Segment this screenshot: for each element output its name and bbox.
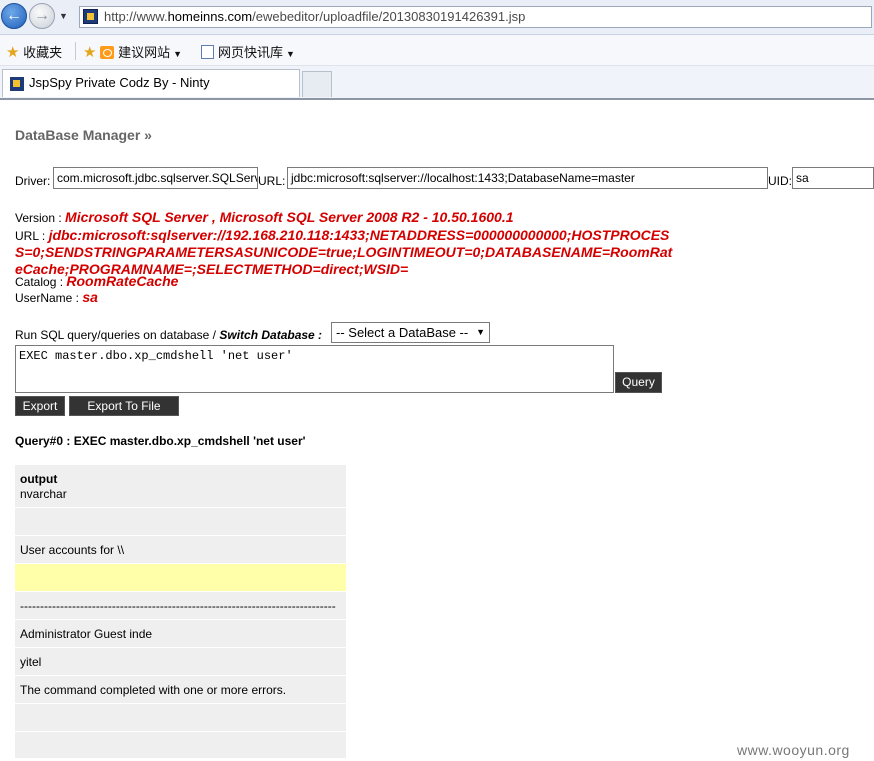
export-to-file-button[interactable]: Export To File (69, 396, 179, 416)
username-value: sa (82, 289, 98, 305)
column-name: output (20, 472, 58, 486)
username-line: UserName : sa (15, 289, 98, 305)
address-bar-area: ← → ▼ http://www.homeinns.com/ewebeditor… (0, 0, 874, 35)
driver-input[interactable]: com.microsoft.jdbc.sqlserver.SQLServerDr… (53, 167, 258, 189)
table-header: output nvarchar (15, 465, 346, 508)
add-favorite-icon: ★ (83, 44, 97, 61)
suggested-sites-button[interactable]: ★ 建议网站 ▼ (83, 42, 182, 61)
chevron-down-icon: ▼ (173, 49, 183, 59)
table-row: Administrator Guest inde (15, 620, 346, 648)
chevron-down-icon: ▼ (476, 327, 485, 337)
database-select[interactable]: -- Select a DataBase -- ▼ (331, 322, 490, 343)
connection-url-line: URL : jdbc:microsoft:sqlserver://192.168… (15, 227, 673, 277)
version-line: Version : Microsoft SQL Server , Microso… (15, 209, 514, 225)
favorites-button[interactable]: ★ 收藏夹 (6, 42, 62, 61)
web-slice-gallery-button[interactable]: 网页快讯库 ▼ (201, 42, 295, 61)
url-input[interactable]: jdbc:microsoft:sqlserver://localhost:143… (287, 167, 768, 189)
catalog-value: RoomRateCache (66, 273, 179, 289)
table-row (15, 704, 346, 732)
url-label: URL: (258, 174, 286, 188)
run-sql-label: Run SQL query/queries on database / Swit… (15, 328, 323, 342)
watermark: www.wooyun.org (737, 742, 850, 758)
uid-input[interactable]: sa (792, 167, 874, 189)
tab-active[interactable]: JspSpy Private Codz By - Ninty (2, 69, 300, 97)
star-icon: ★ (6, 44, 20, 61)
tab-favicon-icon (10, 77, 24, 91)
forward-button[interactable]: → (29, 3, 55, 29)
suggested-sites-icon (100, 46, 115, 59)
page-icon (201, 45, 214, 59)
url-field[interactable]: http://www.homeinns.com/ewebeditor/uploa… (79, 6, 872, 28)
site-favicon-icon (83, 9, 98, 24)
version-value: Microsoft SQL Server , Microsoft SQL Ser… (65, 209, 514, 225)
tab-bar: JspSpy Private Codz By - Ninty (0, 66, 874, 100)
uid-label: UID: (768, 174, 792, 188)
table-row: The command completed with one or more e… (15, 676, 346, 704)
driver-label: Driver: (15, 174, 51, 188)
column-type: nvarchar (20, 487, 67, 501)
back-button[interactable]: ← (1, 3, 27, 29)
page-title: DataBase Manager » (15, 127, 152, 143)
table-row (15, 508, 346, 536)
table-row: yitel (15, 648, 346, 676)
chevron-down-icon: ▼ (286, 49, 295, 59)
table-row-highlighted (15, 564, 346, 592)
table-row: ----------------------------------------… (15, 592, 346, 620)
history-dropdown-icon[interactable]: ▼ (59, 11, 68, 21)
query-result-header: Query#0 : EXEC master.dbo.xp_cmdshell 'n… (15, 434, 306, 448)
catalog-line: Catalog : RoomRateCache (15, 273, 179, 289)
new-tab-button[interactable] (302, 71, 332, 97)
query-button[interactable]: Query (615, 372, 662, 393)
divider (75, 42, 76, 60)
favorites-bar: ★ 收藏夹 ★ 建议网站 ▼ 网页快讯库 ▼ (0, 35, 874, 66)
connection-url-value: jdbc:microsoft:sqlserver://192.168.210.1… (15, 227, 673, 277)
table-row (15, 732, 346, 759)
switch-database-label: Switch Database : (219, 328, 323, 342)
sql-query-textarea[interactable]: EXEC master.dbo.xp_cmdshell 'net user' (15, 345, 614, 393)
result-table: output nvarchar User accounts for \\ ---… (15, 465, 346, 759)
export-button[interactable]: Export (15, 396, 65, 416)
table-row: User accounts for \\ (15, 536, 346, 564)
